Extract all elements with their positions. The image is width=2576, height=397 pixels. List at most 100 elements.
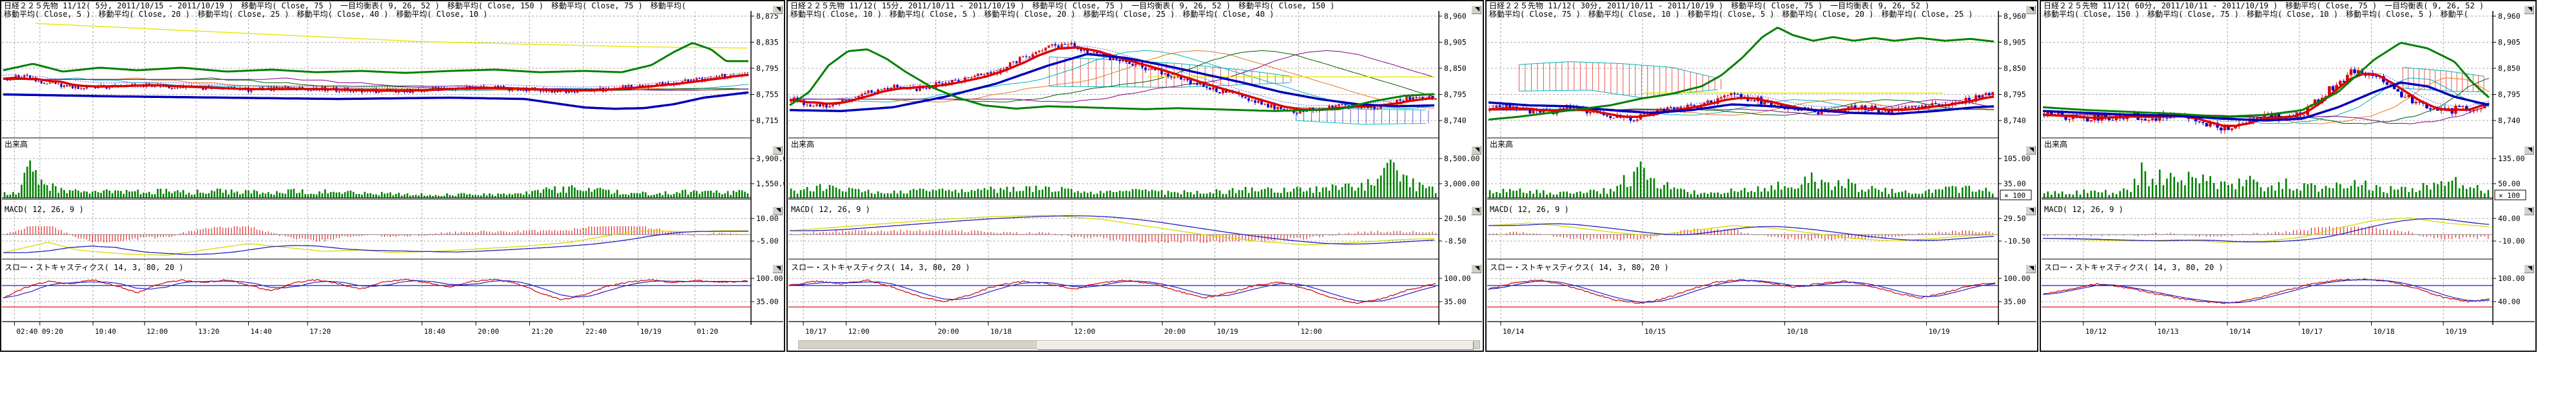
macd-section-label: MACD( 12, 26, 9 ) xyxy=(2044,205,2123,214)
axis-tick-label: 8,500.00 xyxy=(1444,154,1479,163)
axis-tick-label: 8,740 xyxy=(1444,116,1467,125)
time-axis-label: 10/13 xyxy=(2158,327,2179,336)
section-collapse-button-0[interactable] xyxy=(2025,5,2036,14)
section-collapse-button-3[interactable] xyxy=(1471,264,1481,273)
axis-tick-label: 8,850 xyxy=(1444,64,1467,73)
chart-indicator-list: 移動平均( Close, 5 ) 移動平均( Close, 20 ) 移動平均(… xyxy=(4,10,487,19)
axis-tick-label: 8,795 xyxy=(2498,90,2521,99)
stochastics-section-label: スロー・ストキャスティクス( 14, 3, 80, 20 ) xyxy=(2044,262,2223,273)
section-collapse-button-3[interactable] xyxy=(772,264,783,273)
desktop: { "app": { "instrument": "日経２２５先物 11/12"… xyxy=(0,0,2576,397)
section-collapse-button-2[interactable] xyxy=(2025,206,2036,215)
axis-tick-label: 8,850 xyxy=(2498,64,2521,73)
time-axis-label: 18:40 xyxy=(424,327,445,336)
axis-tick-label: 1,550.00 xyxy=(756,179,784,188)
triangle-icon xyxy=(2528,7,2532,12)
axis-tick-label: 8,740 xyxy=(2004,116,2026,125)
triangle-icon xyxy=(2528,266,2532,271)
time-axis-label: 17:20 xyxy=(309,327,331,336)
section-collapse-button-2[interactable] xyxy=(1471,206,1481,215)
section-collapse-button-1[interactable] xyxy=(2025,146,2036,155)
volume-section-label: 出来高 xyxy=(2044,139,2067,150)
axis-tick-label: 29.50 xyxy=(2004,214,2026,223)
volume-section-label: 出来高 xyxy=(791,139,814,150)
stochastics-section-label: スロー・ストキャスティクス( 14, 3, 80, 20 ) xyxy=(1490,262,1669,273)
chart-indicator-list: 移動平均( Close, 150 ) 移動平均( Close, 75 ) 移動平… xyxy=(2044,10,2468,19)
time-axis-label: 10/19 xyxy=(2445,327,2466,336)
horizontal-scrollbar[interactable] xyxy=(798,340,1480,349)
chart-title: 日経２２５先物 11/12( 30分, 2011/10/11 - 2011/10… xyxy=(1489,2,1929,10)
chart-title: 日経２２５先物 11/12( 5分, 2011/10/15 - 2011/10/… xyxy=(4,2,686,10)
time-axis-label: 10/19 xyxy=(1928,327,1949,336)
triangle-icon xyxy=(2528,148,2532,152)
time-axis-label: 10/17 xyxy=(2301,327,2323,336)
chart-window-60分: 8,9608,9058,8508,7958,740135.0050.0040.0… xyxy=(2040,0,2537,352)
axis-tick-label: 8,960 xyxy=(2004,12,2026,21)
time-axis-label: 22:40 xyxy=(585,327,607,336)
axis-tick-label: 40.00 xyxy=(2498,297,2521,306)
triangle-icon xyxy=(2029,7,2034,12)
time-axis-label: 10/17 xyxy=(805,327,826,336)
triangle-icon xyxy=(2029,208,2034,213)
section-collapse-button-0[interactable] xyxy=(2524,5,2534,14)
triangle-icon xyxy=(1475,148,1479,152)
time-axis-label: 10/12 xyxy=(2085,327,2107,336)
chart-canvas: 8,9608,9058,8508,7958,740105.0035.0029.5… xyxy=(1487,1,2037,351)
time-axis-label: 10/14 xyxy=(1503,327,1524,336)
time-axis-label: 20:00 xyxy=(938,327,959,336)
volume-section-label: 出来高 xyxy=(5,139,28,150)
chart-indicator-list: 移動平均( Close, 75 ) 移動平均( Close, 10 ) 移動平均… xyxy=(1489,10,1973,19)
axis-tick-label: 8,960 xyxy=(2498,12,2521,21)
section-collapse-button-1[interactable] xyxy=(772,146,783,155)
time-axis-label: 12:00 xyxy=(146,327,168,336)
axis-tick-label: 3,900.00 xyxy=(756,154,784,163)
chart-canvas: 8,8758,8358,7958,7558,7153,900.001,550.0… xyxy=(1,1,784,351)
section-collapse-button-1[interactable] xyxy=(1471,146,1481,155)
chart-canvas: 8,9608,9058,8508,7958,7408,500.003,000.0… xyxy=(788,1,1483,351)
axis-tick-label: 10.00 xyxy=(756,214,779,223)
axis-tick-label: -8.50 xyxy=(1444,237,1467,246)
triangle-icon xyxy=(2029,148,2034,152)
time-axis-label: 20:00 xyxy=(1164,327,1186,336)
axis-tick-label: -10.00 xyxy=(2498,237,2525,246)
axis-tick-label: 8,960 xyxy=(1444,12,1467,21)
chart-canvas: 8,9608,9058,8508,7958,740135.0050.0040.0… xyxy=(2041,1,2535,351)
axis-tick-label: 100.00 xyxy=(756,274,783,283)
chart-indicator-list: 移動平均( Close, 10 ) 移動平均( Close, 5 ) 移動平均(… xyxy=(790,10,1274,19)
triangle-icon xyxy=(776,266,781,271)
stochastics-section-label: スロー・ストキャスティクス( 14, 3, 80, 20 ) xyxy=(791,262,970,273)
axis-tick-label: 100.00 xyxy=(2498,274,2525,283)
axis-tick-label: 8,835 xyxy=(756,38,779,47)
macd-section-label: MACD( 12, 26, 9 ) xyxy=(5,205,84,214)
time-axis-label: 14:40 xyxy=(250,327,271,336)
axis-tick-label: 35.00 xyxy=(2004,179,2026,188)
triangle-icon xyxy=(2528,208,2532,213)
triangle-icon xyxy=(1475,266,1479,271)
time-axis-label: 10/18 xyxy=(2374,327,2395,336)
stochastics-section-label: スロー・ストキャスティクス( 14, 3, 80, 20 ) xyxy=(5,262,184,273)
triangle-icon xyxy=(1475,208,1479,213)
axis-tick-label: 8,740 xyxy=(2498,116,2521,125)
time-axis-label: 21:20 xyxy=(532,327,553,336)
axis-tick-label: 50.00 xyxy=(2498,179,2521,188)
section-collapse-button-2[interactable] xyxy=(2524,206,2534,215)
section-collapse-button-0[interactable] xyxy=(772,5,783,14)
axis-tick-label: 8,795 xyxy=(756,64,779,73)
axis-tick-label: 3,000.00 xyxy=(1444,179,1479,188)
section-collapse-button-2[interactable] xyxy=(772,206,783,215)
section-collapse-button-3[interactable] xyxy=(2524,264,2534,273)
time-axis-label: 10/15 xyxy=(1644,327,1666,336)
axis-tick-label: 8,755 xyxy=(756,90,779,99)
section-collapse-button-3[interactable] xyxy=(2025,264,2036,273)
scrollbar-thumb[interactable] xyxy=(1037,341,1474,350)
section-collapse-button-1[interactable] xyxy=(2524,146,2534,155)
triangle-icon xyxy=(776,7,781,12)
axis-tick-label: 35.00 xyxy=(2004,297,2026,306)
axis-tick-label: 35.00 xyxy=(1444,297,1467,306)
axis-tick-label: 8,850 xyxy=(2004,64,2026,73)
time-axis-label: 10/19 xyxy=(1217,327,1238,336)
section-collapse-button-0[interactable] xyxy=(1471,5,1481,14)
time-axis-label: 13:20 xyxy=(198,327,219,336)
axis-tick-label: 8,795 xyxy=(2004,90,2026,99)
axis-tick-label: 35.00 xyxy=(756,297,779,306)
